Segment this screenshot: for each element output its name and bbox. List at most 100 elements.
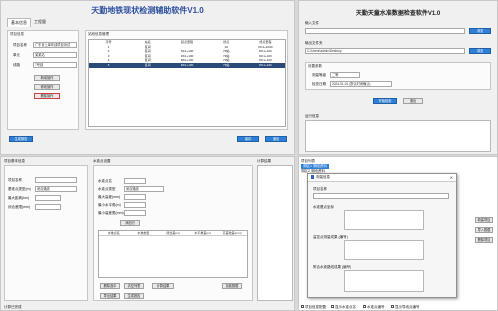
dialog-project-input[interactable] bbox=[313, 193, 449, 199]
measure-level-label: 测量等级 bbox=[312, 73, 326, 77]
edit-button[interactable]: 修改操作 bbox=[34, 84, 60, 90]
tab-quantity[interactable]: 工程量 bbox=[31, 18, 49, 26]
station-table: 序号 站名 起点里程 终点 终点里程 1 区间 1# DK1+1000 2 区间 DK1+… bbox=[88, 39, 286, 127]
delete-button[interactable]: 删除操作 bbox=[34, 93, 60, 99]
results-area bbox=[257, 165, 293, 301]
station-list-label: 站段信息管理 bbox=[88, 32, 109, 36]
measure-level-select[interactable]: 二等 bbox=[330, 72, 360, 78]
table-cell: 5 bbox=[107, 62, 110, 67]
field-label-project: 项目名称 bbox=[13, 43, 27, 47]
check-date-label: 检查日期 bbox=[312, 82, 326, 86]
unit-input[interactable]: 某某站 bbox=[33, 52, 77, 58]
benchmark-table: 水准点名 水准类型 闭合差(m) 水平角差(m) 高差较差(mm) bbox=[98, 230, 248, 278]
load-data-button[interactable]: 加载数据 bbox=[222, 283, 242, 289]
base-type-select[interactable]: 闭合路线 bbox=[35, 186, 77, 192]
input-file-field[interactable] bbox=[305, 28, 465, 34]
section-label: 监控点测量成果 (编号) bbox=[313, 235, 348, 239]
benchmark-type-select[interactable]: 闭合路线 bbox=[124, 186, 164, 192]
settings-label: 设置参数 bbox=[308, 64, 322, 68]
save-button[interactable]: 保存 bbox=[237, 136, 259, 142]
close-icon[interactable]: ✕ bbox=[450, 175, 453, 180]
field-label-unit: 单元 bbox=[13, 53, 20, 57]
benchmark-name-input[interactable] bbox=[124, 178, 146, 184]
benchmark-settings-group: 水准点名 水准点类型 闭合路线 最大高差(mm) 最小水平角(m) 最小高差限(… bbox=[93, 165, 253, 301]
dialog-titlebar bbox=[308, 174, 456, 182]
col-header: 水平角差(m) bbox=[194, 231, 211, 235]
results-label: 计算结果 bbox=[257, 159, 271, 163]
delete-project-button[interactable]: 删除项目 bbox=[475, 237, 493, 243]
tab-basic-info[interactable]: 基本信息 bbox=[7, 18, 31, 27]
line-input[interactable]: 7号线 bbox=[33, 62, 77, 68]
import-data-button[interactable]: 导入数据 bbox=[475, 227, 493, 233]
field-label: 闭合差限(mm) bbox=[8, 205, 31, 209]
add-row-button[interactable]: 添加行 bbox=[120, 220, 140, 226]
start-check-button[interactable]: 开始检查 bbox=[373, 98, 397, 104]
browse-output-button[interactable]: 浏览 bbox=[469, 48, 491, 54]
project-name-input[interactable]: 广东省上库年线项目测试 bbox=[33, 42, 77, 48]
field-label-line: 线路 bbox=[13, 63, 20, 67]
app-title: 天勤天童水准数据检查软件V1.0 bbox=[355, 11, 441, 17]
field-label: 最小水平角(m) bbox=[98, 203, 121, 207]
col-header: 高差较差(mm) bbox=[222, 231, 242, 235]
calculate-button[interactable]: 计算结果 bbox=[152, 283, 174, 289]
check-date-field[interactable]: 2024-01-01 (默认时间确认) bbox=[330, 81, 392, 87]
status-text: 计算已完成 bbox=[4, 305, 22, 309]
min-height-limit-input[interactable] bbox=[124, 210, 146, 216]
output-folder-field[interactable]: C:\Users\admin\Desktop bbox=[305, 48, 465, 54]
app-title: 天勤地铁现状检测辅助软件V1.0 bbox=[91, 6, 204, 15]
option-checkbox[interactable] bbox=[363, 305, 366, 308]
field-label: 项目名称 bbox=[8, 178, 22, 182]
max-height-diff-input[interactable] bbox=[124, 194, 146, 200]
measurement-dialog: 测量信息 ✕ 项目名称 水准基点坐标 监控点测量成果 (编号) 附合水准路线成果… bbox=[307, 173, 457, 298]
clear-list-button[interactable]: 清空列表 bbox=[124, 283, 144, 289]
section-area[interactable] bbox=[344, 210, 424, 230]
min-angle-input[interactable] bbox=[124, 202, 146, 208]
station-list-group: 站段信息管理 序号 站名 起点里程 终点 终点里程 1 区间 1# DK1+1000 … bbox=[85, 30, 288, 130]
generate-report-button[interactable]: 生成报告 bbox=[9, 136, 33, 142]
field-label: 水准点名 bbox=[98, 179, 112, 183]
exit-button[interactable]: 退出 bbox=[265, 136, 287, 142]
option-checkbox[interactable] bbox=[331, 305, 334, 308]
col-header: 水准点名 bbox=[107, 231, 120, 235]
option-label: 显示导线点编号 bbox=[395, 305, 420, 309]
section-area[interactable] bbox=[344, 240, 424, 260]
option-label: 水准点编号 bbox=[367, 305, 385, 309]
project-info-label: 项目信息 bbox=[10, 32, 24, 36]
exit-button[interactable]: 退出 bbox=[403, 98, 423, 104]
window-leveling-calc: 项目基本信息 项目名称 基准点类型(m) 闭合路线 最大距离(km) 闭合差限(… bbox=[0, 156, 295, 311]
col-header: 水准类型 bbox=[137, 231, 150, 235]
input-file-label: 输入文件 bbox=[305, 21, 319, 25]
export-result-button[interactable]: 导出结果 bbox=[100, 293, 120, 299]
add-button[interactable]: 新增操作 bbox=[34, 75, 60, 81]
project-basic-group: 项目名称 基准点类型(m) 闭合路线 最大距离(km) 闭合差限(mm) bbox=[4, 165, 88, 301]
delete-selected-button[interactable]: 删除选中 bbox=[100, 283, 120, 289]
table-cell: 区间 bbox=[144, 62, 151, 67]
option-checkbox[interactable] bbox=[301, 305, 304, 308]
field-label: 最大高差(mm) bbox=[98, 195, 121, 199]
max-distance-input[interactable] bbox=[35, 195, 61, 201]
table-cell: 7#站 bbox=[223, 62, 230, 67]
new-project-button[interactable]: 新建项目 bbox=[475, 217, 493, 223]
generate-report-button[interactable]: 生成报告 bbox=[124, 293, 144, 299]
field-label: 基准点类型(m) bbox=[8, 187, 31, 191]
window-project-manager: 项目列表 测区1 测段资料 测区2 测段资料 测量信息 ✕ 项目名称 水准基点坐… bbox=[298, 156, 498, 311]
section-label: 水准基点坐标 bbox=[313, 205, 334, 209]
project-basic-label: 项目基本信息 bbox=[4, 159, 25, 163]
flag-icon bbox=[311, 175, 314, 179]
project-name-input[interactable] bbox=[35, 177, 77, 183]
table-cell: DK1+100 bbox=[180, 62, 194, 67]
section-area[interactable] bbox=[344, 270, 424, 292]
col-header: 闭合差(m) bbox=[166, 231, 180, 235]
browse-input-button[interactable]: 浏览 bbox=[469, 28, 491, 34]
log-area bbox=[305, 120, 491, 152]
table-cell: DK1+100 bbox=[259, 62, 272, 67]
closure-limit-input[interactable] bbox=[35, 204, 61, 210]
dialog-title: 测量信息 bbox=[316, 175, 330, 179]
option-checkbox[interactable] bbox=[391, 305, 394, 308]
field-label: 最大距离(km) bbox=[8, 196, 29, 200]
field-label: 最小高差限(mm) bbox=[98, 211, 124, 215]
window-subway-inspection: 天勤地铁现状检测辅助软件V1.0 基本信息 工程量 项目信息 项目名称 广东省上… bbox=[0, 0, 295, 155]
table-row-selected[interactable]: 5 区间 DK1+100 7#站 DK1+100 bbox=[89, 62, 285, 68]
dialog-field-label: 项目名称 bbox=[313, 187, 327, 191]
output-folder-label: 输出文件夹 bbox=[305, 41, 323, 45]
